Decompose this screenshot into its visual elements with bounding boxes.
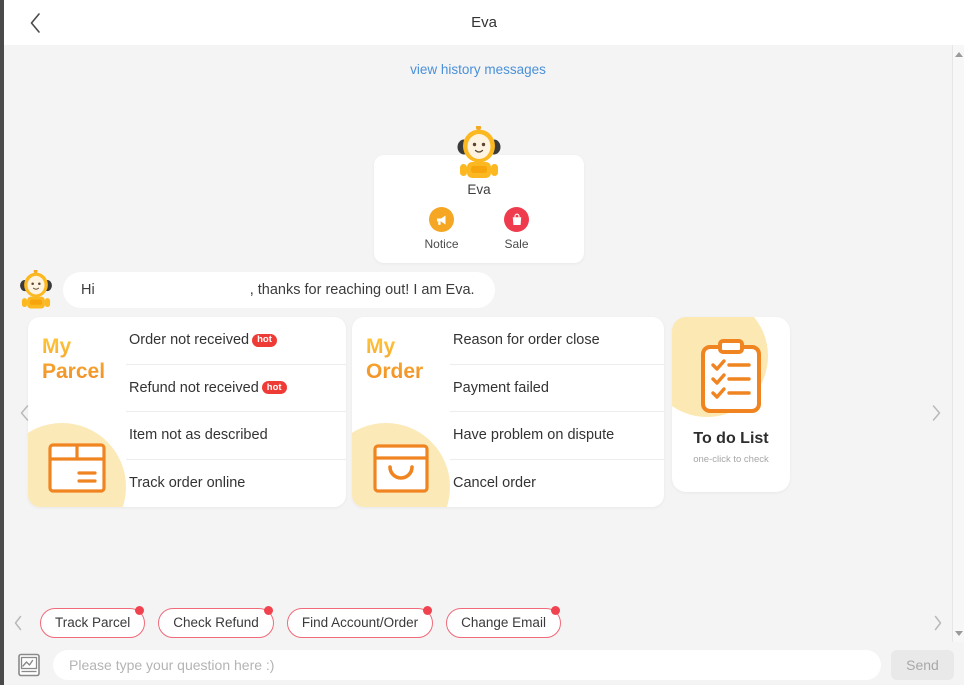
card-item-list: Order not received hot Refund not receiv… — [126, 317, 346, 507]
card-item[interactable]: Track order online — [126, 460, 346, 508]
card-left-panel: My Parcel — [28, 317, 126, 507]
quick-reply-chip[interactable]: Check Refund — [158, 606, 274, 638]
card-item-label: Order not received — [129, 332, 250, 349]
sale-action-button[interactable]: Sale — [489, 207, 545, 251]
greeting-suffix: , thanks for reaching out! I am Eva. — [249, 282, 475, 298]
eva-robot-avatar-large — [457, 126, 501, 178]
card-item[interactable]: Cancel order — [450, 460, 664, 508]
card-left-panel: My Order — [352, 317, 450, 507]
quick-replies-bar: Track Parcel Check Refund Find Account/O… — [4, 603, 952, 643]
hot-badge: hot — [252, 333, 277, 347]
quick-replies-prev-button[interactable] — [4, 609, 32, 637]
card-item-label: Reason for order close — [453, 332, 600, 349]
hot-badge: hot — [261, 381, 287, 395]
triangle-down-icon — [955, 630, 963, 636]
sale-icon-circle — [504, 207, 529, 232]
chip-label: Track Parcel — [55, 615, 131, 630]
eva-intro-card: Eva Notice Sale — [374, 126, 584, 263]
card-title-line1: My — [42, 335, 72, 358]
message-input-field[interactable] — [53, 650, 881, 680]
chevron-left-icon — [30, 12, 40, 33]
chip-label: Change Email — [461, 615, 546, 630]
greeting-message-row: Hi , thanks for reaching out! I am Eva. — [18, 270, 495, 310]
card-item-label: Payment failed — [453, 379, 549, 396]
chip-label: Find Account/Order — [301, 615, 419, 630]
notice-icon-circle — [429, 207, 454, 232]
card-item-label: Have problem on dispute — [453, 427, 615, 444]
back-button[interactable] — [22, 10, 48, 36]
menu-card-my-parcel: My Parcel Order not received hot Refund … — [28, 317, 346, 507]
menu-cards-carousel: My Parcel Order not received hot Refund … — [4, 317, 952, 509]
card-item-label: Item not as described — [129, 427, 268, 444]
card-title-line1: My — [366, 335, 396, 358]
menu-card-todo-list[interactable]: To do List one-click to check — [672, 317, 790, 492]
view-history-messages-link[interactable]: view history messages — [4, 62, 952, 77]
card-title-line2: Order — [366, 359, 424, 383]
quick-reply-chip-list: Track Parcel Check Refund Find Account/O… — [40, 606, 561, 638]
eva-quick-actions: Notice Sale — [374, 207, 584, 251]
card-item[interactable]: Reason for order close — [450, 317, 664, 365]
page-title: Eva — [471, 14, 497, 31]
triangle-up-icon — [955, 51, 963, 57]
todo-card-subtitle: one-click to check — [693, 454, 769, 465]
chip-notification-dot — [423, 606, 433, 615]
chevron-left-icon — [20, 405, 28, 421]
card-item[interactable]: Have problem on dispute — [450, 412, 664, 460]
menu-card-my-order: My Order Reason for order close Payment … — [352, 317, 664, 507]
card-title-my-parcel: My Parcel — [42, 335, 128, 384]
parcel-box-icon — [48, 443, 106, 493]
sale-action-label: Sale — [504, 237, 529, 251]
send-button[interactable]: Send — [891, 650, 954, 680]
quick-reply-chip[interactable]: Change Email — [446, 606, 561, 638]
card-item[interactable]: Refund not received hot — [126, 365, 346, 412]
card-item[interactable]: Payment failed — [450, 365, 664, 412]
chip-notification-dot — [135, 606, 145, 615]
card-item[interactable]: Item not as described — [126, 412, 346, 460]
chevron-right-icon — [932, 405, 940, 421]
chat-scrollbar[interactable] — [952, 45, 964, 642]
chip-notification-dot — [263, 606, 273, 615]
todo-card-title: To do List — [693, 430, 769, 447]
quick-reply-chip[interactable]: Track Parcel — [40, 606, 146, 638]
chat-support-window: Eva view history messages Eva Notice Sal… — [0, 0, 964, 685]
card-item[interactable]: Order not received hot — [126, 317, 346, 365]
shopping-bag-icon — [512, 213, 521, 225]
card-title-line2: Parcel — [42, 359, 106, 383]
window-edge-strip — [0, 0, 4, 685]
card-item-list: Reason for order close Payment failed Ha… — [450, 317, 664, 507]
greeting-message-bubble: Hi , thanks for reaching out! I am Eva. — [63, 272, 495, 308]
card-item-label: Cancel order — [453, 475, 537, 492]
chevron-left-icon — [14, 615, 22, 631]
megaphone-icon — [436, 215, 445, 225]
image-upload-icon[interactable] — [16, 652, 42, 678]
notice-action-label: Notice — [424, 237, 459, 251]
quick-replies-next-button[interactable] — [924, 609, 952, 637]
shopping-bag-icon — [373, 444, 429, 493]
notice-action-button[interactable]: Notice — [414, 207, 470, 251]
carousel-prev-button[interactable] — [12, 398, 36, 428]
page-header: Eva — [4, 0, 964, 45]
scroll-down-button[interactable] — [953, 626, 964, 640]
eva-robot-avatar-small — [20, 270, 52, 309]
eva-card-name: Eva — [467, 182, 491, 197]
chevron-right-icon — [934, 615, 942, 631]
chip-notification-dot — [550, 606, 560, 615]
chip-label: Check Refund — [173, 615, 259, 630]
card-item-label: Refund not received — [129, 379, 259, 396]
clipboard-checklist-icon — [701, 339, 761, 413]
card-title-my-order: My Order — [366, 335, 452, 384]
quick-reply-chip[interactable]: Find Account/Order — [286, 606, 434, 638]
card-item-label: Track order online — [129, 475, 246, 492]
carousel-next-button[interactable] — [924, 398, 948, 428]
scroll-up-button[interactable] — [953, 47, 964, 61]
chat-scroll-area: view history messages Eva Notice Sale Hi… — [4, 45, 952, 642]
greeting-prefix: Hi — [81, 282, 95, 298]
message-input-bar: Send — [4, 645, 964, 685]
